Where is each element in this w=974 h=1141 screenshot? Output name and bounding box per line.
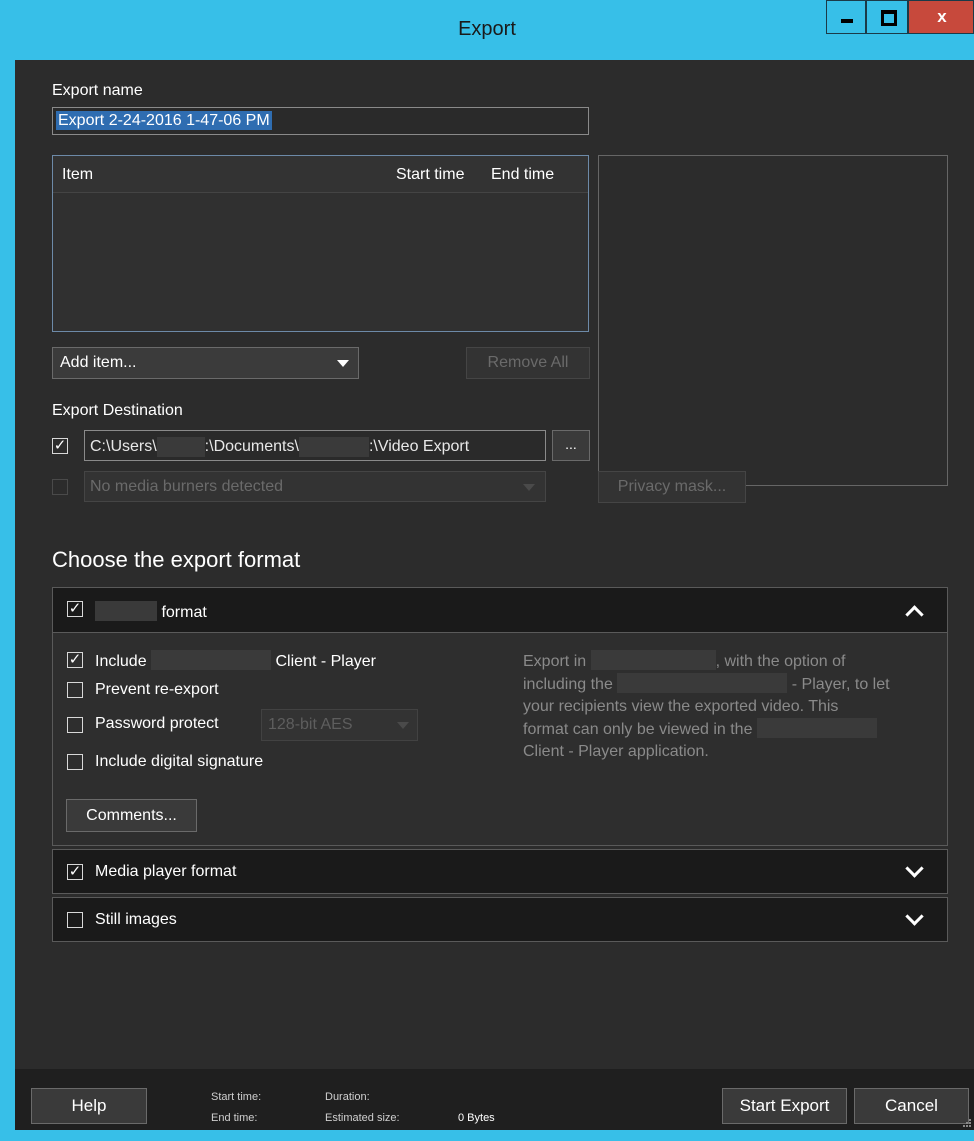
media-burner-checkbox[interactable] (52, 479, 68, 495)
export-name-value: Export 2-24-2016 1-47-06 PM (56, 111, 272, 130)
still-images-title: Still images (95, 911, 177, 928)
password-protect-label: Password protect (95, 715, 219, 732)
digital-signature-label: Include digital signature (95, 753, 264, 770)
items-list-header: Item Start time End time (53, 156, 588, 193)
redacted-folder (298, 437, 369, 457)
encryption-value: 128-bit AES (268, 716, 353, 733)
start-export-button[interactable]: Start Export (722, 1088, 847, 1124)
comments-button[interactable]: Comments... (66, 799, 197, 832)
redacted-product-name (590, 650, 716, 670)
items-list[interactable]: Item Start time End time (52, 155, 589, 332)
chevron-down-icon[interactable] (905, 907, 924, 926)
native-format-title: format (95, 601, 207, 622)
media-player-format-title: Media player format (95, 863, 237, 880)
chevron-down-icon (337, 360, 349, 367)
password-protect-checkbox[interactable] (67, 717, 83, 733)
minimize-button[interactable] (826, 0, 866, 34)
remove-all-button[interactable]: Remove All (466, 347, 590, 379)
close-icon: x (937, 7, 947, 26)
prevent-reexport-label: Prevent re-export (95, 681, 219, 698)
path-part-documents: :\Documents\ (204, 438, 299, 456)
destination-path-input[interactable]: C:\Users\ :\Documents\ :\Video Export (84, 430, 546, 461)
chevron-up-icon[interactable] (905, 605, 924, 624)
minimize-icon (841, 19, 853, 23)
redacted-product-name (617, 673, 788, 693)
destination-checkbox[interactable]: ✓ (52, 438, 68, 454)
maximize-button[interactable] (866, 0, 908, 34)
media-player-checkbox[interactable]: ✓ (67, 864, 83, 880)
cancel-button[interactable]: Cancel (854, 1088, 969, 1124)
browse-button[interactable]: ... (552, 430, 590, 461)
include-client-label: Include Client - Player (95, 650, 376, 671)
chevron-down-icon (523, 484, 535, 491)
column-item[interactable]: Item (62, 166, 93, 184)
estimated-size-label: Estimated size: (325, 1112, 400, 1124)
media-burner-placeholder: No media burners detected (90, 478, 283, 495)
maximize-icon (881, 10, 897, 26)
section-media-player-format[interactable]: ✓ Media player format (52, 849, 948, 894)
add-item-dropdown[interactable]: Add item... (52, 347, 359, 379)
column-start-time[interactable]: Start time (396, 166, 464, 184)
estimated-size-value: 0 Bytes (458, 1112, 495, 1124)
export-name-label: Export name (52, 82, 143, 99)
end-time-label: End time: (211, 1112, 258, 1124)
path-part-users: C:\Users\ (90, 438, 157, 456)
preview-pane (598, 155, 948, 486)
redacted-product-name (151, 650, 272, 670)
native-format-checkbox[interactable]: ✓ (67, 601, 83, 617)
digital-signature-checkbox[interactable] (67, 754, 83, 770)
resize-grip-icon[interactable] (962, 1118, 972, 1128)
redacted-username (156, 437, 205, 457)
section-native-format[interactable]: ✓ format (52, 587, 948, 633)
media-burner-dropdown[interactable]: No media burners detected (84, 471, 546, 502)
still-images-checkbox[interactable] (67, 912, 83, 928)
include-client-checkbox[interactable]: ✓ (67, 652, 83, 668)
export-name-input[interactable]: Export 2-24-2016 1-47-06 PM (52, 107, 589, 135)
native-format-description: Export in , with the option of including… (523, 650, 943, 763)
duration-label: Duration: (325, 1091, 370, 1103)
start-time-label: Start time: (211, 1091, 262, 1103)
chevron-down-icon (397, 722, 409, 729)
export-format-heading: Choose the export format (52, 547, 301, 572)
section-still-images[interactable]: Still images (52, 897, 948, 942)
chevron-down-icon[interactable] (905, 859, 924, 878)
help-button[interactable]: Help (31, 1088, 147, 1124)
redacted-product-name (95, 601, 157, 621)
privacy-mask-button[interactable]: Privacy mask... (598, 471, 746, 503)
redacted-product-name (756, 718, 877, 738)
encryption-dropdown[interactable]: 128-bit AES (261, 709, 418, 741)
close-button[interactable]: x (908, 0, 974, 34)
prevent-reexport-checkbox[interactable] (67, 682, 83, 698)
column-end-time[interactable]: End time (491, 166, 554, 184)
export-destination-label: Export Destination (52, 402, 183, 419)
add-item-label: Add item... (60, 354, 137, 371)
path-part-video-export: :\Video Export (368, 438, 470, 456)
